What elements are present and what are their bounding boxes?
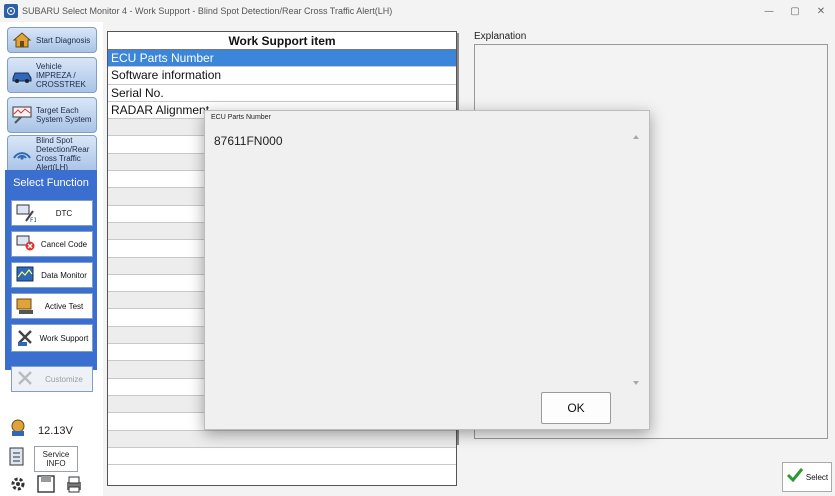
voltage-value: 12.13V (38, 424, 73, 437)
cancel-code-icon (16, 234, 36, 254)
service-info: Service INFO (8, 446, 78, 472)
nav-target-system-label: Target Each System System (36, 106, 92, 124)
car-icon (11, 64, 33, 86)
active-test-button[interactable]: Active Test (11, 293, 93, 319)
select-button-label: Select (805, 472, 829, 482)
empty-row (108, 430, 456, 448)
data-monitor-icon (16, 265, 36, 285)
system-icon (11, 104, 33, 126)
scroll-down-icon[interactable] (633, 381, 639, 385)
battery-voltage: 12.13V (8, 418, 73, 443)
ok-button[interactable]: OK (541, 392, 611, 424)
title-bar: SUBARU Select Monitor 4 - Work Support -… (0, 0, 835, 22)
maximize-button[interactable]: ▢ (786, 3, 804, 19)
dtc-label: DTC (55, 208, 73, 218)
nav-target-system[interactable]: Target Each System System (7, 97, 97, 133)
customize-button[interactable]: Customize (11, 366, 93, 392)
active-test-icon (16, 296, 36, 316)
work-support-item[interactable]: ECU Parts Number (108, 50, 456, 68)
dialog-value: 87611FN000 (214, 134, 283, 148)
customize-label: Customize (45, 374, 83, 384)
save-icon[interactable] (36, 474, 56, 496)
work-support-header: Work Support item (108, 32, 456, 50)
work-support-label: Work Support (39, 333, 89, 343)
work-support-icon (16, 328, 36, 348)
empty-row (108, 448, 456, 466)
dialog-title: ECU Parts Number (211, 114, 271, 121)
service-info-button[interactable]: Service INFO (34, 446, 78, 472)
close-button[interactable]: ✕ (812, 3, 830, 19)
house-icon (11, 29, 33, 51)
nav-vehicle[interactable]: Vehicle IMPREZA / CROSSTREK (7, 57, 97, 93)
nav-blind-spot-label: Blind Spot Detection/Rear Cross Traffic … (36, 136, 90, 172)
nav-start-diagnosis-label: Start Diagnosis (36, 35, 91, 45)
window-title: SUBARU Select Monitor 4 - Work Support -… (22, 6, 393, 16)
settings-icon[interactable] (8, 474, 28, 496)
select-function-panel: Select Function F1 DTC Cancel Code Data … (5, 170, 97, 370)
data-monitor-button[interactable]: Data Monitor (11, 262, 93, 288)
app-logo-icon (4, 4, 18, 18)
explanation-label: Explanation (474, 31, 527, 42)
work-support-item[interactable]: Software information (108, 67, 456, 85)
app-window: SUBARU Select Monitor 4 - Work Support -… (0, 0, 835, 496)
nav-vehicle-label: Vehicle IMPREZA / CROSSTREK (36, 61, 86, 89)
svg-text:F1: F1 (30, 217, 36, 223)
nav-start-diagnosis[interactable]: Start Diagnosis (7, 27, 97, 53)
cancel-code-button[interactable]: Cancel Code (11, 231, 93, 257)
print-icon[interactable] (64, 474, 84, 496)
select-function-heading: Select Function (13, 177, 89, 189)
sidebar: Start Diagnosis Vehicle IMPREZA / CROSST… (0, 22, 103, 496)
scroll-up-icon[interactable] (633, 135, 639, 139)
service-info-icon (8, 447, 26, 472)
radar-icon (11, 143, 33, 165)
ecu-parts-number-dialog: ECU Parts Number 87611FN000 OK (204, 110, 650, 430)
work-support-item[interactable]: Serial No. (108, 85, 456, 102)
battery-icon (8, 418, 28, 443)
dtc-icon: F1 (16, 203, 36, 223)
bottom-toolbar (8, 474, 84, 496)
customize-icon (16, 369, 36, 389)
checkmark-icon (786, 466, 804, 489)
minimize-button[interactable]: — (760, 3, 778, 19)
data-monitor-label: Data Monitor (41, 270, 87, 280)
dtc-button[interactable]: F1 DTC (11, 200, 93, 226)
cancel-code-label: Cancel Code (40, 239, 88, 249)
work-support-button[interactable]: Work Support (11, 324, 93, 352)
select-button[interactable]: Select (782, 462, 832, 492)
active-test-label: Active Test (44, 301, 84, 311)
nav-blind-spot[interactable]: Blind Spot Detection/Rear Cross Traffic … (7, 135, 97, 173)
